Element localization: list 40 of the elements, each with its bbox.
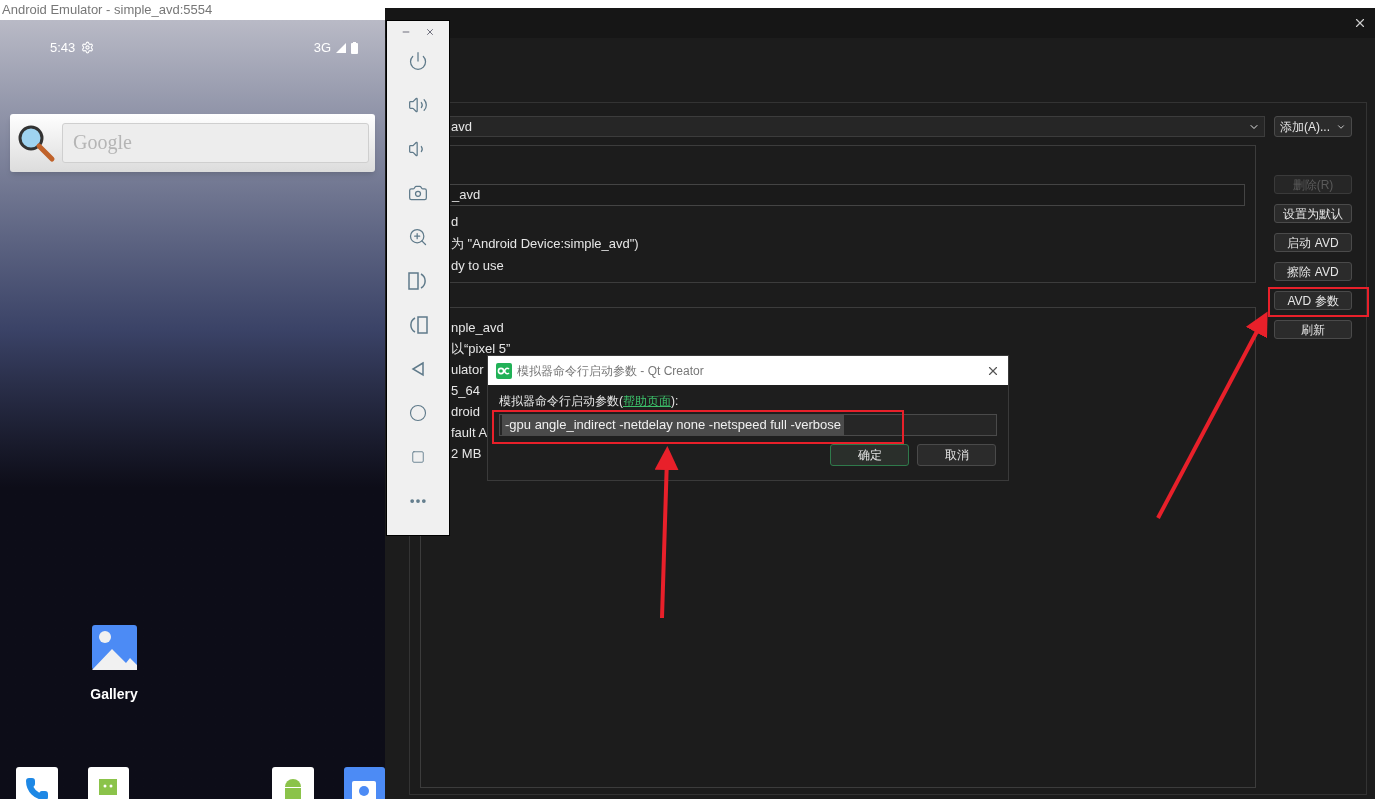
side-button[interactable]: 擦除 AVD	[1274, 262, 1352, 281]
info-text: dy to use	[451, 257, 504, 275]
info-text: 为 "Android Device:simple_avd")	[451, 235, 639, 253]
dialog-button[interactable]: 确定	[830, 444, 909, 466]
gallery-icon	[91, 625, 137, 670]
field-label: 模拟器命令行启动参数(帮助页面):	[499, 394, 679, 408]
camera-app-icon[interactable]	[343, 767, 385, 799]
help-link[interactable]: 帮助页面	[623, 394, 671, 408]
app-logo-icon	[496, 362, 512, 379]
phone-app-icon[interactable]	[16, 767, 58, 799]
info-text: d	[451, 213, 459, 231]
detail-text: nple_avd	[451, 319, 504, 337]
arguments-field[interactable]: -gpu angle_indirect -netdelay none -netspeed full -verbose	[499, 414, 997, 436]
avd-combo[interactable]: avd	[450, 116, 1265, 137]
side-button[interactable]: 启动 AVD	[1274, 233, 1352, 252]
side-button[interactable]: 设置为默认	[1274, 204, 1352, 223]
detail-text: 以“pixel 5”	[451, 340, 511, 358]
detail-text: 2 MB	[451, 445, 482, 463]
side-button[interactable]: AVD 参数	[1274, 291, 1352, 310]
android-app-icon[interactable]	[272, 767, 314, 799]
messaging-app-icon[interactable]	[87, 767, 129, 799]
search-field[interactable]: Google	[62, 122, 369, 163]
name-field[interactable]: _avd	[449, 184, 1245, 206]
app-shortcut[interactable]: Gallery	[88, 625, 140, 705]
close-icon[interactable]	[1353, 16, 1367, 30]
signal-icon	[336, 42, 346, 53]
settings-icon	[81, 41, 95, 55]
detail-text: ulator	[451, 361, 484, 379]
status-time: 5:43	[50, 39, 76, 57]
search-widget[interactable]: Google	[10, 113, 375, 172]
add-button[interactable]: 添加(A)...	[1274, 116, 1352, 137]
side-button[interactable]: 刷新	[1274, 320, 1352, 339]
window-title: Android Emulator - simple_avd:5554	[2, 1, 213, 20]
detail-text: droid	[451, 403, 480, 421]
dialog-title: 模拟器命令行启动参数 - Qt Creator	[517, 362, 705, 380]
network-type: 3G	[313, 39, 331, 57]
dialog-button[interactable]: 取消	[917, 444, 996, 466]
battery-icon	[351, 41, 358, 54]
detail-text: 5_64	[451, 382, 480, 400]
detail-text: fault A	[451, 424, 488, 442]
